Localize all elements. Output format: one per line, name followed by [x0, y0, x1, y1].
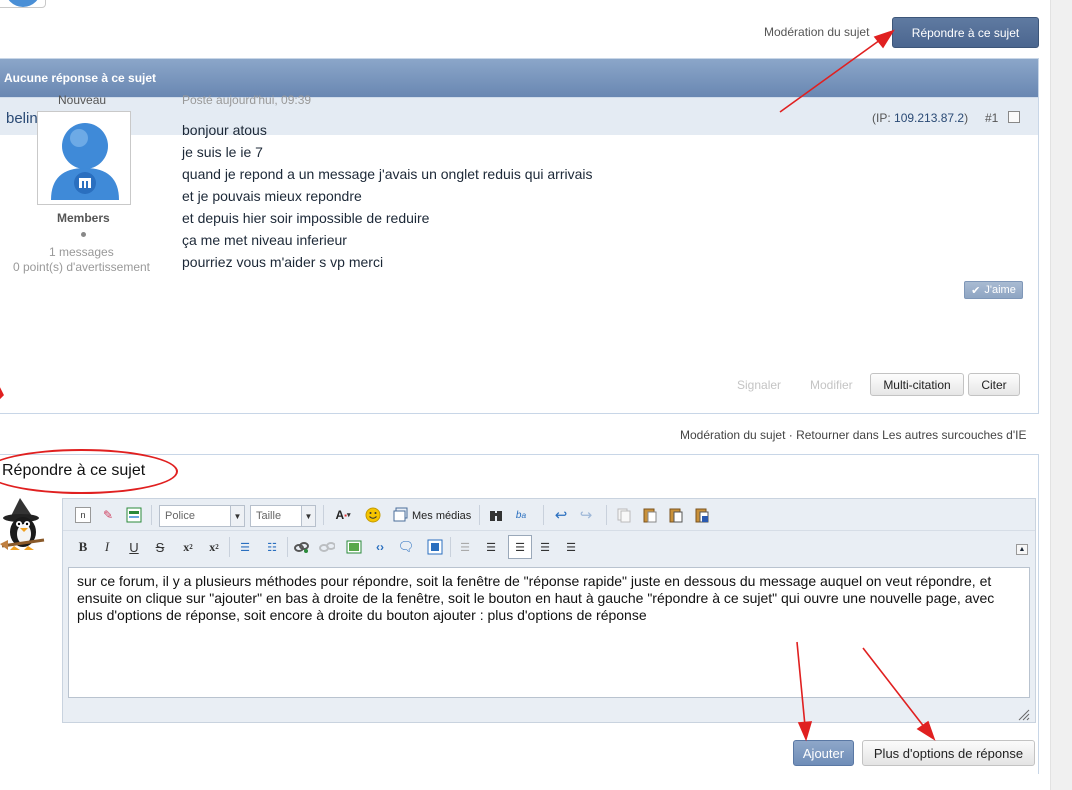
media-icon[interactable]	[393, 507, 409, 523]
emoticon-icon[interactable]	[365, 507, 381, 523]
resize-handle-icon[interactable]	[1016, 707, 1030, 721]
my-medias-label[interactable]: Mes médias	[412, 510, 471, 522]
code-icon[interactable]: ‹›	[372, 539, 388, 555]
post-line: je suis le ie 7	[182, 144, 263, 160]
template-icon[interactable]	[126, 507, 142, 523]
underline-icon[interactable]: U	[126, 539, 142, 555]
spoiler-icon[interactable]	[427, 539, 443, 555]
post-number[interactable]: #1	[985, 111, 998, 125]
toolbar-separator	[479, 505, 480, 525]
collapse-toolbar-icon[interactable]: ▲	[1016, 544, 1028, 555]
more-options-button[interactable]: Plus d'options de réponse	[862, 740, 1035, 766]
post-line: ça me met niveau inferieur	[182, 232, 347, 248]
bullet-list-icon[interactable]: ☰	[237, 539, 253, 555]
post-line: bonjour atous	[182, 122, 267, 138]
report-link[interactable]: Signaler	[737, 378, 781, 392]
link-icon[interactable]	[293, 539, 309, 555]
font-select[interactable]: Police ▼	[159, 505, 245, 527]
text-color-icon[interactable]: A ▪ ▾	[332, 507, 354, 523]
toolbar-separator	[543, 505, 544, 525]
toolbar-separator	[229, 537, 230, 557]
outdent-icon[interactable]: ☰	[457, 539, 473, 555]
align-left-icon[interactable]: ☰	[508, 535, 532, 559]
post-line: quand je repond a un message j'avais un …	[182, 166, 593, 182]
bold-icon[interactable]: B	[75, 539, 91, 555]
quote-button[interactable]: Citer	[968, 373, 1020, 396]
eraser-icon[interactable]: ✎	[100, 507, 116, 523]
italic-icon[interactable]: I	[99, 539, 115, 555]
post-line: et je pouvais mieux repondre	[182, 188, 362, 204]
numbered-list-icon[interactable]: ☷	[264, 539, 280, 555]
editor-toolbar-top: n ✎ Police ▼ Taille ▼ A ▪ ▾ Mes médias b…	[63, 499, 1035, 531]
image-icon[interactable]	[346, 539, 362, 555]
paste-word-icon[interactable]	[694, 507, 710, 523]
post-line: et depuis hier soir impossible de reduir…	[182, 210, 430, 226]
user-group: Members	[57, 211, 110, 225]
toolbar-separator	[287, 537, 288, 557]
copy-icon[interactable]	[616, 507, 632, 523]
rich-text-editor: n ✎ Police ▼ Taille ▼ A ▪ ▾ Mes médias b…	[62, 498, 1036, 723]
subscript-icon[interactable]: x2	[180, 539, 196, 555]
post-date: Posté aujourd'hui, 09:39	[182, 93, 312, 107]
select-post-checkbox[interactable]	[1008, 111, 1020, 123]
quote-bubble-icon[interactable]: 🗨	[398, 539, 415, 555]
source-icon[interactable]: n	[75, 507, 91, 523]
undo-icon[interactable]: ↩	[553, 507, 569, 524]
topic-bottom-links[interactable]: Modération du sujet · Retourner dans Les…	[680, 428, 1026, 442]
editor-toolbar-bottom: B I U S x2 x2 ☰ ☷ ‹› 🗨 ☰ ☰ ☰ ☰ ☰	[63, 531, 1035, 563]
check-icon: ✔	[971, 284, 981, 297]
reply-topic-button[interactable]: Répondre à ce sujet	[892, 17, 1039, 48]
ip-value[interactable]: 109.213.87.2	[894, 111, 964, 125]
post-line: pourriez vous m'aider s vp merci	[182, 254, 384, 270]
warning-points[interactable]: 0 point(s) d'avertissement	[13, 260, 150, 274]
edit-link[interactable]: Modifier	[810, 378, 853, 392]
toolbar-separator	[323, 505, 324, 525]
superscript-icon[interactable]: x2	[206, 539, 222, 555]
multiquote-button[interactable]: Multi-citation	[870, 373, 964, 396]
post-body: bonjour atous je suis le ie 7 quand je r…	[182, 119, 592, 273]
indent-icon[interactable]: ☰	[483, 539, 499, 555]
strikethrough-icon[interactable]: S	[152, 539, 168, 555]
replace-icon[interactable]: ba	[513, 507, 529, 523]
wizard-avatar	[0, 498, 45, 550]
default-user-icon	[51, 123, 119, 200]
like-button[interactable]: ✔ J'aime	[964, 281, 1023, 299]
message-count: 1 messages	[49, 245, 114, 259]
redo-icon[interactable]: ↪	[578, 507, 594, 524]
unlink-icon[interactable]	[319, 539, 335, 555]
toolbar-separator	[450, 537, 451, 557]
post-block-title: Aucune réponse à ce sujet	[0, 59, 1038, 97]
moderation-link[interactable]: Modération du sujet	[764, 25, 869, 39]
ip-address: (IP: 109.213.87.2)	[872, 111, 969, 125]
align-center-icon[interactable]: ☰	[537, 539, 553, 555]
arrowhead-icon	[873, 29, 895, 49]
chevron-down-icon: ▼	[230, 506, 244, 526]
paste-icon[interactable]	[642, 507, 658, 523]
align-right-icon[interactable]: ☰	[563, 539, 579, 555]
page-scrollbar[interactable]	[1050, 0, 1072, 790]
reply-textarea[interactable]: sur ce forum, il y a plusieurs méthodes …	[68, 567, 1030, 698]
chevron-down-icon: ▼	[301, 506, 315, 526]
paste-text-icon[interactable]	[668, 507, 684, 523]
toolbar-separator	[151, 505, 152, 525]
previous-avatar	[0, 0, 46, 8]
size-select[interactable]: Taille ▼	[250, 505, 316, 527]
toolbar-separator	[606, 505, 607, 525]
binoculars-icon[interactable]	[488, 507, 504, 523]
add-reply-button[interactable]: Ajouter	[793, 740, 854, 766]
avatar[interactable]	[37, 111, 131, 205]
rank-pip-icon	[81, 232, 86, 237]
user-rank: Nouveau	[58, 93, 107, 107]
